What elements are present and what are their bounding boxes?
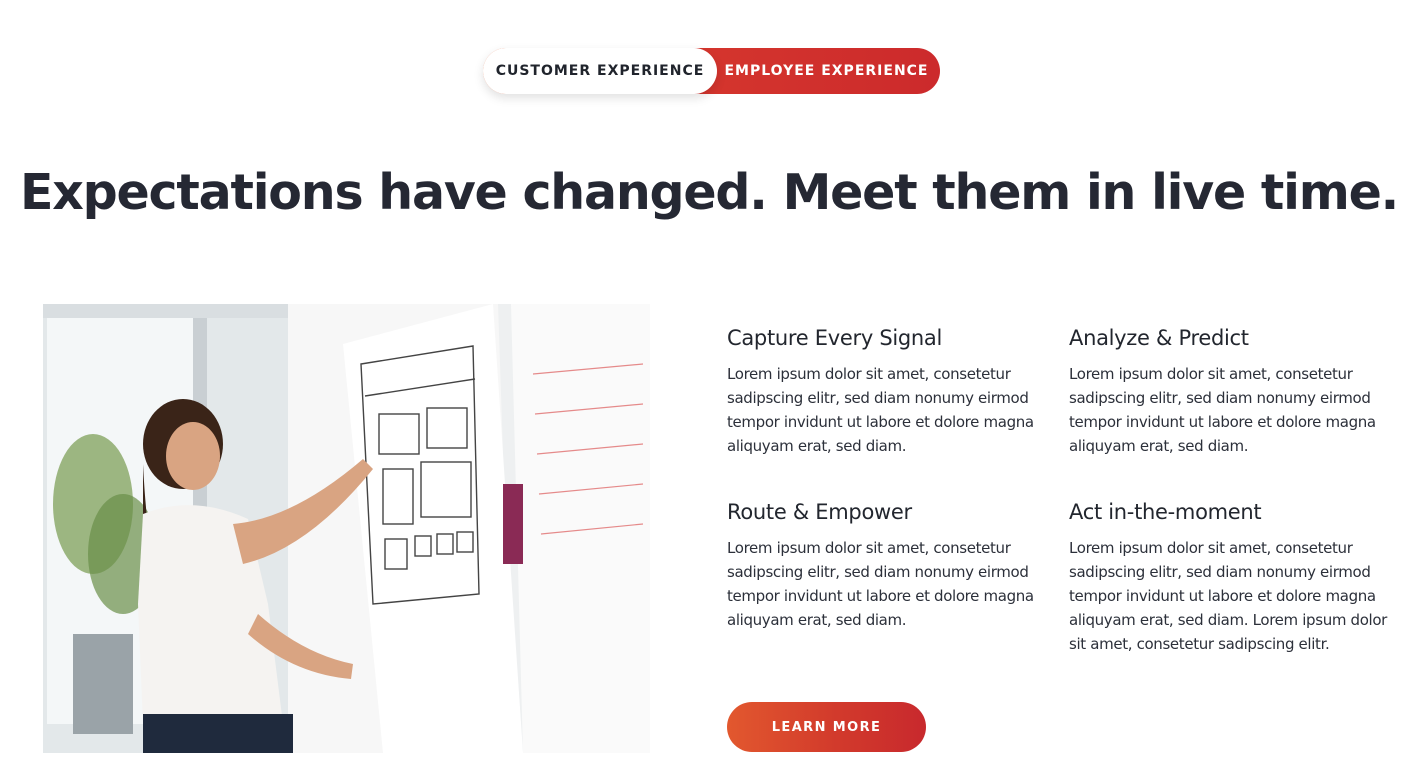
feature-text: Lorem ipsum dolor sit amet, consetetur s… (727, 365, 1034, 455)
page: CUSTOMER EXPERIENCE EMPLOYEE EXPERIENCE … (0, 0, 1418, 772)
feature-act-in-the-moment: Act in-the-moment Lorem ipsum dolor sit … (1069, 500, 1389, 656)
feature-title: Act in-the-moment (1069, 500, 1262, 524)
feature-title: Route & Empower (727, 500, 912, 524)
whiteboard-presenter-image (43, 304, 650, 753)
feature-text: Lorem ipsum dolor sit amet, consetetur s… (1069, 539, 1387, 653)
feature-capture-every-signal: Capture Every Signal Lorem ipsum dolor s… (727, 326, 1047, 458)
feature-title: Capture Every Signal (727, 326, 943, 350)
feature-text: Lorem ipsum dolor sit amet, consetetur s… (1069, 365, 1376, 455)
hero-photo (43, 304, 650, 753)
feature-text: Lorem ipsum dolor sit amet, consetetur s… (727, 539, 1034, 629)
page-headline: Expectations have changed. Meet them in … (19, 164, 1399, 221)
feature-analyze-predict: Analyze & Predict Lorem ipsum dolor sit … (1069, 326, 1389, 458)
experience-toggle[interactable]: CUSTOMER EXPERIENCE EMPLOYEE EXPERIENCE (483, 48, 940, 94)
feature-title: Analyze & Predict (1069, 326, 1249, 350)
toggle-customer-experience[interactable]: CUSTOMER EXPERIENCE (483, 48, 717, 94)
learn-more-button[interactable]: LEARN MORE (727, 702, 926, 752)
feature-route-empower: Route & Empower Lorem ipsum dolor sit am… (727, 500, 1047, 632)
toggle-employee-experience[interactable]: EMPLOYEE EXPERIENCE (707, 48, 940, 94)
